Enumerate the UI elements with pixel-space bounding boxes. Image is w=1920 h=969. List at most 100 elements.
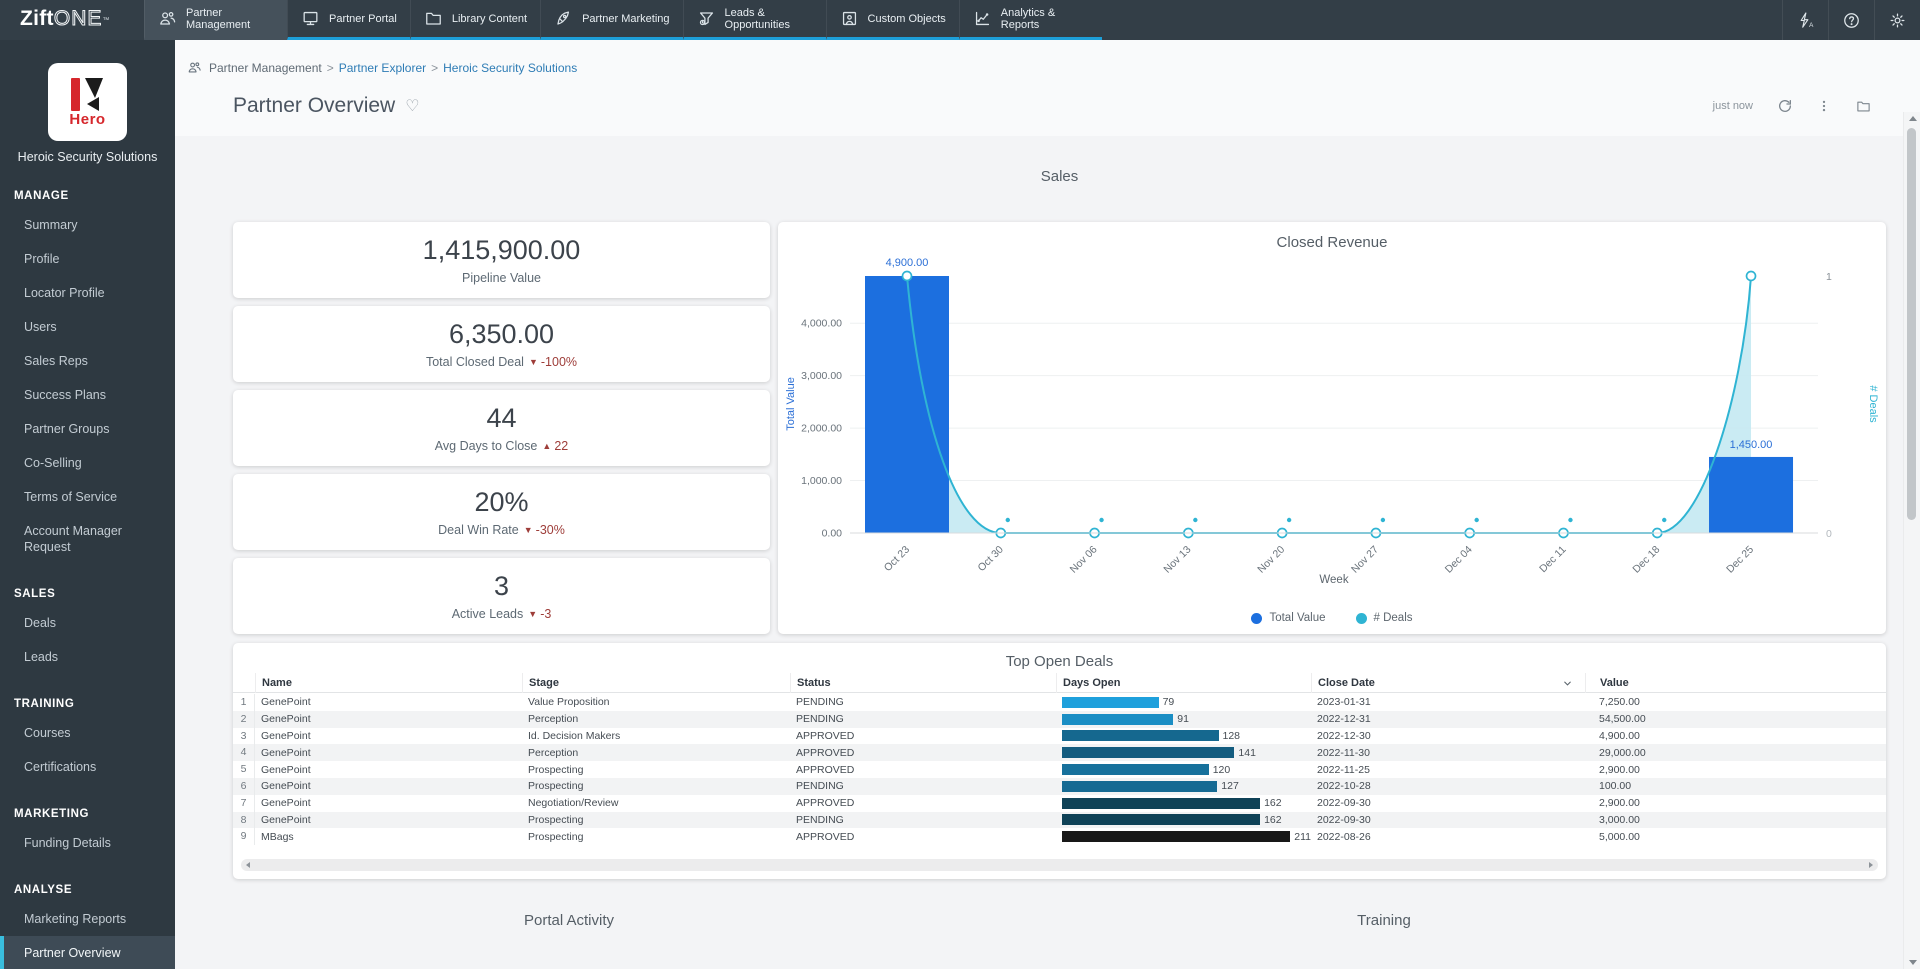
page-title: Partner Overview (233, 94, 395, 118)
tab-leads-opportunities[interactable]: Leads & Opportunities (683, 0, 826, 40)
sidebar-item-partner-overview[interactable]: Partner Overview (0, 936, 175, 969)
sidebar-item-profile[interactable]: Profile (0, 242, 175, 276)
kpi-value: 44 (486, 403, 516, 434)
table-row[interactable]: 9MBagsProspectingAPPROVED2112022-08-265,… (233, 828, 1886, 845)
sidebar-item-terms-of-service[interactable]: Terms of Service (0, 480, 175, 514)
table-row[interactable]: 2GenePointPerceptionPENDING912022-12-315… (233, 711, 1886, 728)
sidebar-item-success-plans[interactable]: Success Plans (0, 378, 175, 412)
table-row[interactable]: 3GenePointId. Decision MakersAPPROVED128… (233, 728, 1886, 745)
quick-actions-button[interactable]: A (1782, 0, 1828, 40)
deals-point[interactable] (903, 272, 912, 281)
table-title: Top Open Deals (233, 653, 1886, 670)
sidebar-item-locator-profile[interactable]: Locator Profile (0, 276, 175, 310)
sidebar-item-sales-reps[interactable]: Sales Reps (0, 344, 175, 378)
breadcrumb-partner-explorer[interactable]: Partner Explorer (339, 61, 426, 75)
table-row[interactable]: 1GenePointValue PropositionPENDING792023… (233, 694, 1886, 711)
legend-dot-icon (1356, 613, 1367, 624)
settings-button[interactable] (1874, 0, 1920, 40)
column-row-number (233, 673, 255, 693)
nav-actions: A (1782, 0, 1920, 40)
cell-days-open: 211 (1056, 831, 1311, 843)
column-header-status[interactable]: Status (790, 673, 1056, 693)
tab-analytics-reports[interactable]: Analytics & Reports (959, 0, 1102, 40)
ziftone-logo[interactable]: ZiftONE™ (0, 0, 144, 40)
column-header-days-open[interactable]: Days Open (1056, 673, 1311, 693)
tab-partner-management[interactable]: Partner Management (144, 0, 287, 40)
partner-name: Heroic Security Solutions (0, 149, 175, 166)
cell-name: GenePoint (255, 696, 522, 708)
cell-row-number: 2 (233, 711, 255, 728)
tab-library-content[interactable]: Library Content (410, 0, 540, 40)
column-header-close-date[interactable]: Close Date (1311, 673, 1585, 693)
breadcrumb-heroic-security-solutions[interactable]: Heroic Security Solutions (443, 61, 577, 75)
sidebar-item-co-selling[interactable]: Co-Selling (0, 446, 175, 480)
scrollbar-thumb[interactable] (1907, 128, 1916, 520)
page-vertical-scrollbar[interactable] (1903, 112, 1920, 969)
table-row[interactable]: 8GenePointProspectingPENDING1622022-09-3… (233, 812, 1886, 829)
cell-stage: Prospecting (522, 814, 790, 826)
sidebar-item-marketing-reports[interactable]: Marketing Reports (0, 902, 175, 936)
table-horizontal-scrollbar[interactable] (241, 859, 1878, 871)
cell-days-open: 127 (1056, 780, 1311, 792)
sidebar-item-funding-details[interactable]: Funding Details (0, 826, 175, 860)
cell-value: 7,250.00 (1585, 696, 1886, 708)
cell-close-date: 2022-11-30 (1311, 747, 1585, 759)
hero-logo-text: Hero (69, 111, 105, 128)
column-header-name[interactable]: Name (255, 673, 522, 693)
breadcrumb-partner-management: Partner Management (209, 61, 322, 75)
sidebar-item-account-manager-request[interactable]: Account Manager Request (0, 514, 175, 564)
column-header-stage[interactable]: Stage (522, 673, 790, 693)
cell-row-number: 3 (233, 728, 255, 745)
table-row[interactable]: 5GenePointProspectingAPPROVED1202022-11-… (233, 761, 1886, 778)
triangle-down-icon: ▼ (524, 525, 533, 535)
cell-days-open: 91 (1056, 713, 1311, 725)
svg-text:3,000.00: 3,000.00 (801, 370, 842, 382)
tab-partner-marketing[interactable]: Partner Marketing (540, 0, 682, 40)
legend-item-total-value[interactable]: Total Value (1251, 612, 1325, 624)
scroll-up-arrow-icon[interactable] (1909, 116, 1917, 121)
kpi-card-pipeline-value: 1,415,900.00Pipeline Value (233, 222, 770, 298)
tab-partner-portal[interactable]: Partner Portal (287, 0, 410, 40)
favorite-heart-icon[interactable]: ♡ (405, 96, 419, 116)
kpi-card-avg-days-to-close: 44Avg Days to Close▲22 (233, 390, 770, 466)
table-row[interactable]: 6GenePointProspectingPENDING1272022-10-2… (233, 778, 1886, 795)
tab-custom-objects[interactable]: Custom Objects (826, 0, 959, 40)
more-options-kebab-icon[interactable] (1817, 98, 1831, 114)
scroll-down-arrow-icon[interactable] (1909, 960, 1917, 965)
table-row[interactable]: 7GenePointNegotiation/ReviewAPPROVED1622… (233, 795, 1886, 812)
scroll-left-arrow-icon[interactable] (246, 862, 250, 868)
cell-status: APPROVED (790, 730, 1056, 742)
cell-close-date: 2022-12-30 (1311, 730, 1585, 742)
triangle-down-icon: ▼ (529, 357, 538, 367)
deals-point[interactable] (1747, 272, 1756, 281)
cell-status: PENDING (790, 696, 1056, 708)
svg-text:Dec 25: Dec 25 (1724, 544, 1756, 576)
cell-days-open: 162 (1056, 814, 1311, 826)
refresh-icon[interactable] (1777, 98, 1793, 114)
sidebar-item-users[interactable]: Users (0, 310, 175, 344)
sidebar-item-summary[interactable]: Summary (0, 208, 175, 242)
kpi-label: Active Leads (452, 607, 524, 621)
cell-days-open: 141 (1056, 747, 1311, 759)
total-value-bar[interactable] (865, 276, 949, 533)
monitor-icon (301, 9, 320, 28)
total-value-bar[interactable] (1709, 457, 1793, 533)
cell-name: GenePoint (255, 814, 522, 826)
cell-close-date: 2022-10-28 (1311, 780, 1585, 792)
sidebar-item-partner-groups[interactable]: Partner Groups (0, 412, 175, 446)
help-button[interactable] (1828, 0, 1874, 40)
nav-tabs: Partner ManagementPartner PortalLibrary … (144, 0, 1102, 40)
sidebar-item-deals[interactable]: Deals (0, 606, 175, 640)
sort-chevron-down-icon[interactable] (1562, 678, 1573, 689)
sidebar-item-certifications[interactable]: Certifications (0, 750, 175, 784)
sidebar-item-leads[interactable]: Leads (0, 640, 175, 674)
folder-icon[interactable] (1855, 99, 1872, 114)
column-header-value[interactable]: Value (1585, 673, 1886, 693)
sidebar-item-courses[interactable]: Courses (0, 716, 175, 750)
kpi-delta: ▲22 (542, 439, 568, 453)
chart-title: Closed Revenue (778, 234, 1886, 251)
legend-item-deals[interactable]: # Deals (1356, 612, 1413, 624)
scroll-right-arrow-icon[interactable] (1869, 862, 1873, 868)
table-row[interactable]: 4GenePointPerceptionAPPROVED1412022-11-3… (233, 744, 1886, 761)
page-header-band (175, 40, 1920, 136)
